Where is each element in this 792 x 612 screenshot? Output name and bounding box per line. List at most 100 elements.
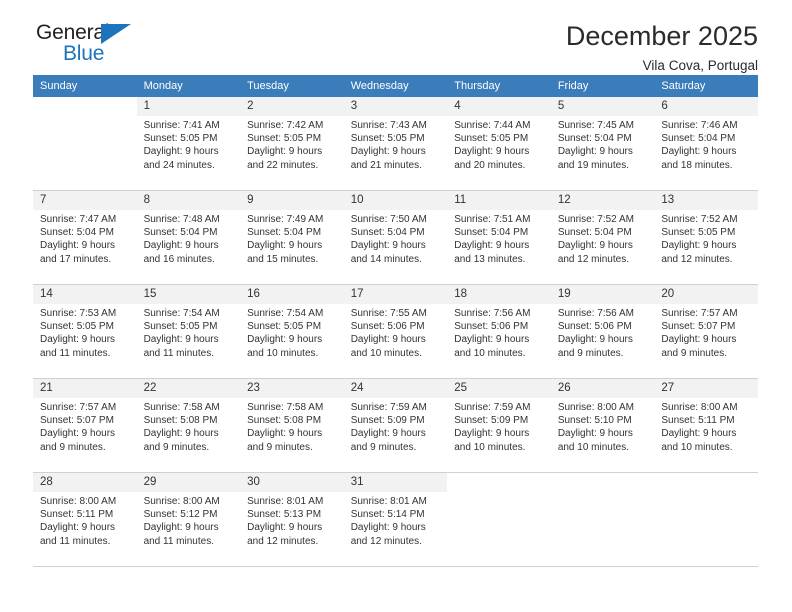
daylight-text-line1: Daylight: 9 hours <box>143 522 219 534</box>
day-number[interactable]: 8 <box>136 190 241 210</box>
day-number[interactable]: 24 <box>343 378 448 398</box>
sunrise-text: Sunrise: 7:51 AM <box>454 214 531 225</box>
sunset-text: Sunset: 5:05 PM <box>247 321 322 333</box>
day-number[interactable]: 3 <box>343 97 448 116</box>
daylight-text-line1: Daylight: 9 hours <box>350 428 426 440</box>
day-number[interactable]: 13 <box>654 190 758 210</box>
sunrise-text: Sunrise: 7:54 AM <box>247 308 324 319</box>
day-cell-empty <box>447 472 551 492</box>
day-detail-cell: Sunrise: 7:45 AM Sunset: 5:04 PM Daylight:… <box>551 116 655 189</box>
daylight-text-line1: Daylight: 9 hours <box>661 240 737 252</box>
sunrise-text: Sunrise: 7:56 AM <box>557 308 634 319</box>
daylight-text-line1: Daylight: 9 hours <box>350 240 426 252</box>
title-block: December 2025 Vila Cova, Portugal <box>566 22 759 73</box>
sunset-text: Sunset: 5:06 PM <box>350 321 425 333</box>
day-number[interactable]: 30 <box>240 472 344 492</box>
day-detail-cell: Sunrise: 7:44 AM Sunset: 5:05 PM Daylight:… <box>447 116 551 189</box>
day-number[interactable]: 20 <box>654 284 758 304</box>
daylight-text-line2: and 10 minutes. <box>350 347 422 359</box>
day-detail-cell: Sunrise: 7:41 AM Sunset: 5:05 PM Daylight:… <box>137 116 241 189</box>
calendar-body: 1 2 3 4 5 6 Sunrise: 7:41 AM Sunset: 5:05 PM Day… <box>33 97 758 567</box>
day-number[interactable]: 16 <box>240 284 344 304</box>
day-detail-cell: Sunrise: 7:54 AM Sunset: 5:05 PM Daylight:… <box>137 304 241 377</box>
day-number[interactable]: 21 <box>33 378 137 398</box>
daylight-text-line1: Daylight: 9 hours <box>143 334 219 346</box>
sunset-text: Sunset: 5:05 PM <box>40 321 114 333</box>
daylight-text-line2: and 9 minutes. <box>350 441 417 453</box>
day-number[interactable]: 4 <box>447 97 551 116</box>
day-number[interactable]: 23 <box>240 378 344 398</box>
sunrise-text: Sunrise: 7:52 AM <box>557 214 634 225</box>
weekday-header-thursday: Thursday <box>447 75 551 97</box>
day-number[interactable]: 31 <box>343 472 448 492</box>
day-number[interactable]: 29 <box>136 472 241 492</box>
day-detail-cell: Sunrise: 7:43 AM Sunset: 5:05 PM Daylight:… <box>344 116 448 189</box>
day-number[interactable]: 25 <box>447 378 551 398</box>
sunset-text: Sunset: 5:05 PM <box>143 321 218 333</box>
day-number[interactable]: 27 <box>654 378 758 398</box>
weekday-header-monday: Monday <box>136 75 241 97</box>
daylight-text-line1: Daylight: 9 hours <box>247 240 323 252</box>
day-number[interactable]: 6 <box>654 97 758 116</box>
sunset-text: Sunset: 5:09 PM <box>350 415 425 427</box>
sunrise-text: Sunrise: 7:58 AM <box>143 402 220 413</box>
daylight-text-line1: Daylight: 9 hours <box>454 146 530 158</box>
daylight-text-line1: Daylight: 9 hours <box>454 428 530 440</box>
day-number[interactable]: 15 <box>136 284 241 304</box>
weekday-header-friday: Friday <box>550 75 655 97</box>
weekday-header-sunday: Sunday <box>33 75 137 97</box>
sunset-text: Sunset: 5:04 PM <box>454 227 529 239</box>
sunrise-text: Sunrise: 7:48 AM <box>143 214 220 225</box>
day-number[interactable]: 11 <box>447 190 551 210</box>
day-number[interactable]: 10 <box>343 190 448 210</box>
daylight-text-line1: Daylight: 9 hours <box>40 428 116 440</box>
daylight-text-line2: and 15 minutes. <box>247 253 319 265</box>
sunset-text: Sunset: 5:08 PM <box>247 415 322 427</box>
sunrise-sunset-calendar: Sunday Monday Tuesday Wednesday Thursday… <box>33 75 758 567</box>
daylight-text-line1: Daylight: 9 hours <box>454 240 530 252</box>
sunset-text: Sunset: 5:05 PM <box>454 133 529 145</box>
day-number[interactable]: 18 <box>447 284 551 304</box>
daylight-text-line2: and 21 minutes. <box>350 159 422 171</box>
general-blue-logo[interactable]: General Blue <box>33 22 153 74</box>
sunrise-text: Sunrise: 7:47 AM <box>40 214 117 225</box>
daylight-text-line1: Daylight: 9 hours <box>40 522 116 534</box>
sunset-text: Sunset: 5:11 PM <box>661 415 735 427</box>
daylight-text-line1: Daylight: 9 hours <box>661 428 737 440</box>
sunset-text: Sunset: 5:11 PM <box>40 509 114 521</box>
day-number[interactable]: 28 <box>33 472 137 492</box>
day-number[interactable]: 19 <box>550 284 655 304</box>
day-cell-empty <box>654 472 758 492</box>
day-number[interactable]: 9 <box>240 190 344 210</box>
daylight-text-line1: Daylight: 9 hours <box>40 334 116 346</box>
day-number[interactable]: 1 <box>136 97 241 116</box>
day-number[interactable]: 14 <box>33 284 137 304</box>
sunrise-text: Sunrise: 7:50 AM <box>350 214 427 225</box>
daylight-text-line1: Daylight: 9 hours <box>661 146 737 158</box>
day-number[interactable]: 12 <box>550 190 655 210</box>
day-number[interactable]: 5 <box>550 97 655 116</box>
day-number[interactable]: 26 <box>550 378 655 398</box>
daylight-text-line2: and 14 minutes. <box>350 253 422 265</box>
sunrise-text: Sunrise: 8:00 AM <box>661 402 738 413</box>
sunset-text: Sunset: 5:05 PM <box>247 133 322 145</box>
sunrise-text: Sunrise: 7:57 AM <box>661 308 738 319</box>
daylight-text-line2: and 13 minutes. <box>454 253 526 265</box>
day-number[interactable]: 17 <box>343 284 448 304</box>
daylight-text-line2: and 18 minutes. <box>661 159 733 171</box>
sunset-text: Sunset: 5:04 PM <box>557 227 632 239</box>
day-number[interactable]: 22 <box>136 378 241 398</box>
sunset-text: Sunset: 5:06 PM <box>557 321 632 333</box>
sunrise-text: Sunrise: 8:00 AM <box>557 402 634 413</box>
daylight-text-line2: and 12 minutes. <box>661 253 733 265</box>
daylight-text-line2: and 12 minutes. <box>557 253 629 265</box>
sunset-text: Sunset: 5:05 PM <box>143 133 218 145</box>
daylight-text-line1: Daylight: 9 hours <box>350 334 426 346</box>
day-detail-empty <box>447 492 551 565</box>
sunset-text: Sunset: 5:09 PM <box>454 415 529 427</box>
day-number[interactable]: 7 <box>33 190 137 210</box>
daylight-text-line2: and 9 minutes. <box>661 347 727 359</box>
day-number[interactable]: 2 <box>240 97 344 116</box>
daylight-text-line2: and 11 minutes. <box>143 347 214 359</box>
daylight-text-line2: and 10 minutes. <box>557 441 629 453</box>
